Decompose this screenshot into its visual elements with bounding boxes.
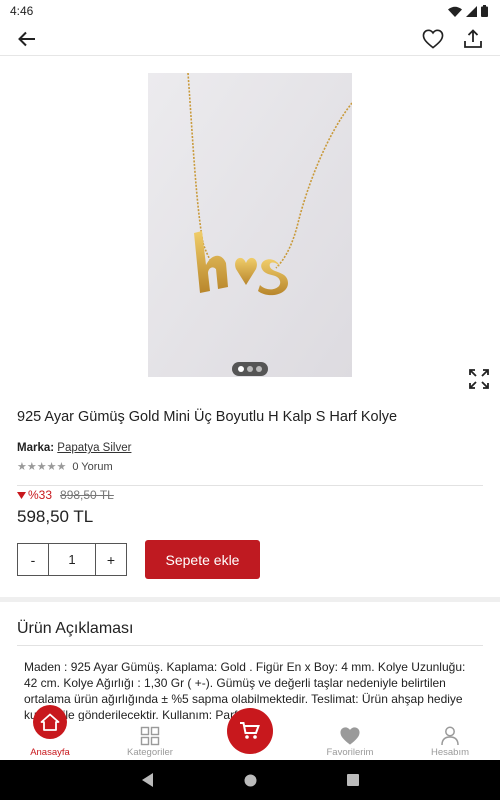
person-icon [441, 726, 459, 746]
image-pager-dots[interactable] [232, 362, 268, 376]
home-fab[interactable] [33, 705, 67, 739]
price: 598,50 TL [17, 507, 94, 526]
home-circle-icon[interactable] [244, 774, 257, 787]
cart-icon [240, 722, 260, 739]
nav-home-label: Anasayfa [30, 747, 70, 758]
status-icons [448, 5, 488, 17]
increase-button[interactable]: + [96, 544, 126, 575]
expand-icon [469, 369, 489, 389]
rating[interactable]: ★★★★★ 0 Yorum [17, 460, 113, 474]
back-icon[interactable] [141, 773, 154, 787]
price-discount-row: %33 898,50 TL [17, 488, 114, 502]
brand-label: Marka: [17, 442, 55, 454]
nav-account-label: Hesabım [430, 747, 469, 758]
back-button[interactable] [14, 26, 40, 52]
favorite-button[interactable] [420, 26, 446, 52]
review-count: 0 Yorum [72, 460, 113, 473]
nav-categories-label: Kategoriler [127, 747, 173, 758]
pager-dot[interactable] [247, 366, 253, 372]
star-rating-icon: ★★★★★ [17, 461, 67, 473]
home-icon [40, 713, 60, 731]
product-image[interactable] [148, 73, 352, 377]
status-time: 4:46 [10, 4, 34, 18]
status-bar: 4:46 [0, 0, 500, 22]
cell-signal-icon [466, 5, 477, 17]
heart-icon [340, 727, 360, 745]
grid-icon [140, 726, 160, 746]
pager-dot[interactable] [238, 366, 244, 372]
system-navigation-bar [0, 760, 500, 800]
brand-link[interactable]: Papatya Silver [57, 442, 131, 454]
product-title: 925 Ayar Gümüş Gold Mini Üç Boyutlu H Ka… [17, 409, 398, 425]
decrease-button[interactable]: - [18, 544, 48, 575]
nav-favorites-label: Favorilerim [326, 747, 374, 758]
pager-dot[interactable] [256, 366, 262, 372]
add-to-cart-button[interactable]: Sepete ekle [145, 540, 260, 579]
divider [17, 485, 483, 486]
down-triangle-icon [17, 491, 26, 499]
share-icon [464, 28, 482, 48]
nav-account[interactable]: Hesabım [400, 721, 500, 760]
back-arrow-icon [18, 31, 35, 46]
cart-fab[interactable] [227, 708, 273, 754]
discount-badge: %33 [17, 488, 52, 502]
battery-icon [481, 5, 488, 17]
necklace-photo [148, 73, 352, 377]
description-title: Ürün Açıklaması [17, 620, 134, 637]
quantity-stepper: - 1 + [17, 543, 127, 576]
discount-value: %33 [28, 488, 53, 502]
old-price: 898,50 TL [60, 488, 114, 502]
divider [17, 645, 483, 646]
app-bar [0, 22, 500, 56]
quantity-input[interactable]: 1 [48, 544, 96, 575]
section-separator [0, 597, 500, 602]
recents-icon[interactable] [346, 774, 359, 786]
wifi-icon [448, 6, 462, 17]
heart-outline-icon [422, 29, 444, 49]
share-button[interactable] [460, 26, 486, 52]
nav-categories[interactable]: Kategoriler [100, 721, 200, 760]
nav-favorites[interactable]: Favorilerim [300, 721, 400, 760]
fullscreen-button[interactable] [466, 366, 492, 392]
brand: Marka: Papatya Silver [17, 442, 131, 454]
